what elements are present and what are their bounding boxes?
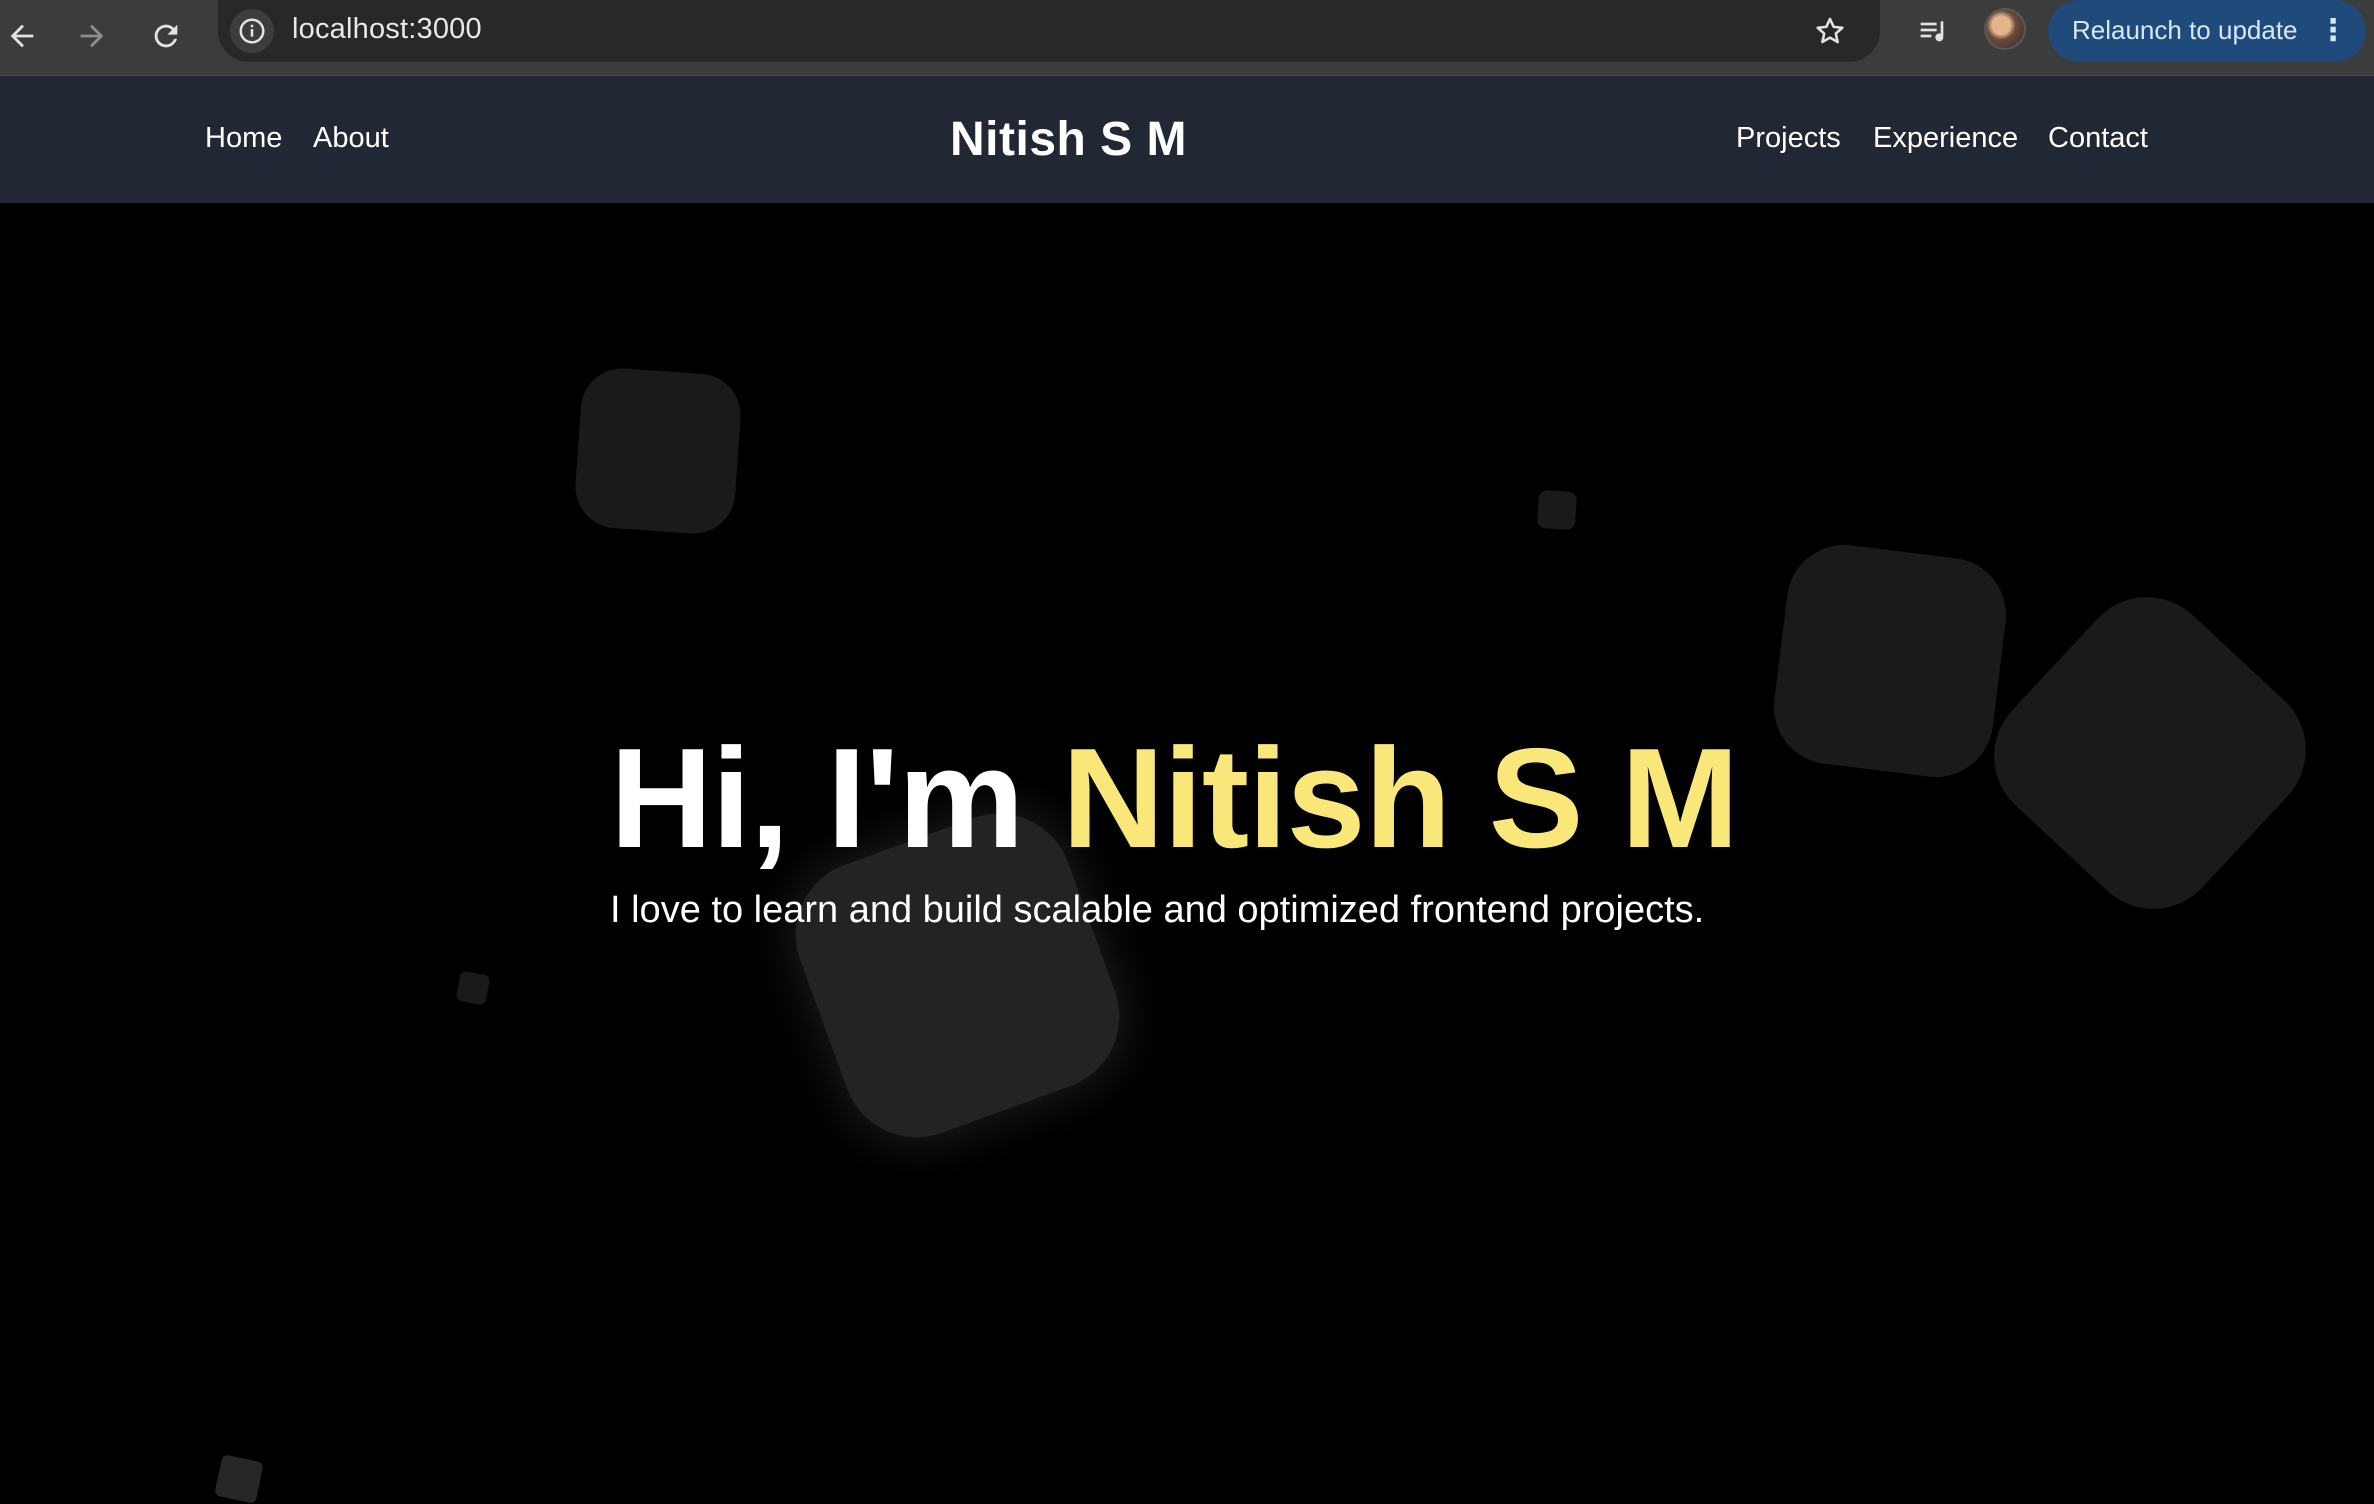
back-button[interactable] xyxy=(0,10,48,62)
nav-link-contact[interactable]: Contact xyxy=(2048,122,2148,155)
hero-tagline: I love to learn and build scalable and o… xyxy=(610,889,1705,931)
relaunch-label: Relaunch to update xyxy=(2072,15,2298,45)
hero-name: Nitish S M xyxy=(1061,719,1739,878)
relaunch-button[interactable]: Relaunch to update ⋮ xyxy=(2048,0,2366,62)
decorative-square xyxy=(572,365,744,537)
info-icon xyxy=(239,18,265,44)
decorative-square xyxy=(1767,538,2013,784)
nav-link-experience[interactable]: Experience xyxy=(1873,122,2018,155)
forward-button[interactable] xyxy=(66,10,118,62)
decorative-square xyxy=(214,1454,264,1504)
hero-greeting: Hi, I'm xyxy=(610,719,1062,878)
nav-link-about[interactable]: About xyxy=(313,122,389,155)
media-control-button[interactable] xyxy=(1912,10,1956,54)
reload-button[interactable] xyxy=(140,10,192,62)
star-icon xyxy=(1816,17,1844,44)
arrow-right-icon xyxy=(80,24,104,48)
bookmark-button[interactable] xyxy=(1808,9,1852,53)
site-brand[interactable]: Nitish S M xyxy=(950,112,1187,167)
site-navbar: Home About Nitish S M Projects Experienc… xyxy=(0,76,2374,203)
browser-toolbar: localhost:3000 Relaunch to update ⋮ xyxy=(0,0,2374,76)
address-bar[interactable]: localhost:3000 xyxy=(218,0,1880,62)
decorative-square xyxy=(1966,569,2334,937)
decorative-square xyxy=(1536,489,1578,531)
reload-icon xyxy=(154,24,178,48)
profile-avatar[interactable] xyxy=(1984,8,2026,50)
nav-link-projects[interactable]: Projects xyxy=(1736,122,1841,155)
nav-link-home[interactable]: Home xyxy=(205,122,282,155)
decorative-square xyxy=(455,970,491,1006)
media-playlist-icon xyxy=(1920,21,1944,42)
arrow-left-icon xyxy=(10,24,34,48)
hero-title: Hi, I'm Nitish S M xyxy=(610,717,1739,881)
site-info-button[interactable] xyxy=(230,9,274,53)
kebab-menu-icon[interactable]: ⋮ xyxy=(2318,13,2348,48)
hero-section: Hi, I'm Nitish S M I love to learn and b… xyxy=(0,203,2374,1504)
url-text[interactable]: localhost:3000 xyxy=(292,13,482,46)
